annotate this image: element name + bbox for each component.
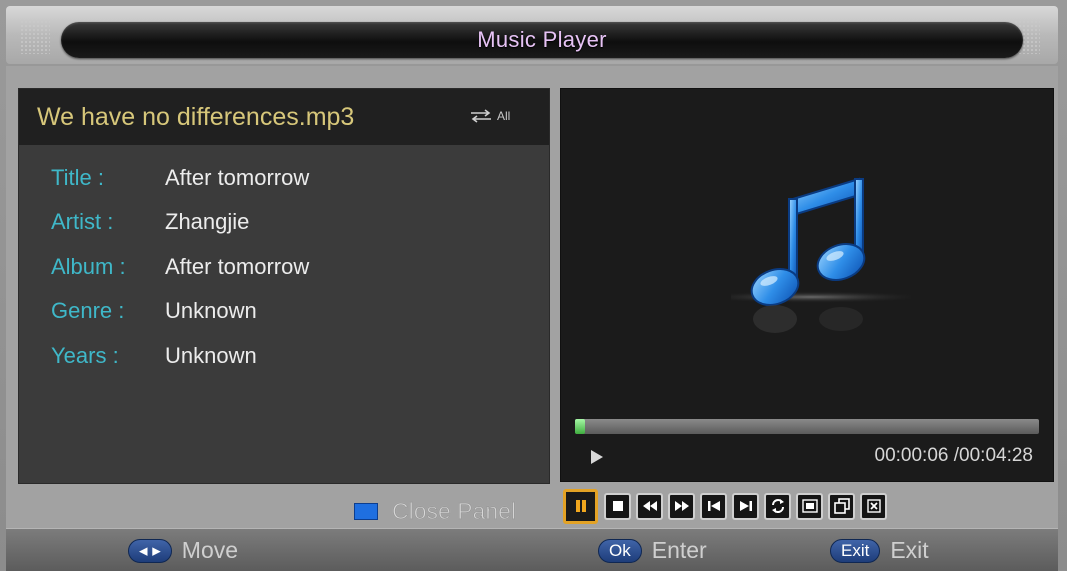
header-decoration-left (20, 20, 50, 54)
repeat-icon (771, 499, 784, 513)
ab-repeat-icon (801, 499, 818, 513)
previous-track-icon (707, 501, 720, 511)
playback-time: 00:00:06 /00:04:28 (874, 445, 1033, 466)
file-name-bar: We have no differences.mp3 All (19, 89, 549, 145)
rewind-icon (642, 501, 657, 511)
header: Music Player (6, 6, 1058, 64)
field-row-title: Title : After tomorrow (51, 163, 309, 193)
next-track-icon (739, 501, 752, 511)
music-note-icon (731, 177, 911, 333)
field-row-album: Album : After tomorrow (51, 252, 309, 282)
now-playing-panel: 00:00:06 /00:04:28 (560, 88, 1054, 482)
title-bar: Music Player (61, 22, 1023, 58)
blue-key-icon (354, 503, 378, 520)
close-panel-button[interactable]: Close Panel (354, 498, 517, 525)
progress-fill (575, 419, 586, 434)
file-name: We have no differences.mp3 (37, 103, 355, 131)
exit-key-icon: Exit (830, 538, 881, 563)
repeat-mode-icon (471, 109, 491, 123)
repeat-button[interactable] (764, 492, 791, 520)
playlist-icon (833, 498, 850, 514)
field-value: After tomorrow (165, 254, 310, 279)
arrow-keys-icon: ◂ ▸ (128, 538, 172, 563)
repeat-mode-label: All (497, 109, 511, 123)
music-player-screen: Music Player We have no differences.mp3 … (0, 0, 1067, 571)
field-label: Artist : (51, 209, 114, 234)
field-value: Unknown (165, 343, 257, 368)
progress-bar[interactable] (575, 419, 1039, 434)
field-row-genre: Genre : Unknown (51, 296, 257, 326)
ab-repeat-button[interactable] (796, 492, 823, 520)
stop-button[interactable] (604, 492, 631, 520)
close-icon (866, 499, 881, 513)
next-track-button[interactable] (732, 492, 759, 520)
enter-hint: Ok Enter (598, 537, 707, 564)
field-label: Years : (51, 343, 119, 368)
previous-track-button[interactable] (700, 492, 727, 520)
pause-icon (575, 500, 586, 512)
page-title: Music Player (477, 27, 607, 52)
track-info-panel: We have no differences.mp3 All Title : A… (18, 88, 550, 484)
field-label: Title : (51, 165, 104, 190)
move-label: Move (181, 537, 239, 563)
close-panel-label: Close Panel (391, 498, 517, 525)
field-row-years: Years : Unknown (51, 341, 257, 371)
exit-label: Exit (890, 537, 929, 563)
field-label: Album : (51, 254, 126, 279)
exit-hint: Exit Exit (830, 537, 929, 564)
stop-icon (612, 501, 623, 511)
field-value: Unknown (165, 298, 257, 323)
playlist-button[interactable] (828, 492, 855, 520)
enter-label: Enter (651, 537, 707, 563)
close-button[interactable] (860, 492, 887, 520)
footer-hints: ◂ ▸ Move Ok Enter Exit Exit (6, 528, 1058, 571)
field-label: Genre : (51, 298, 125, 323)
ok-key-icon: Ok (598, 538, 642, 563)
field-value: After tomorrow (165, 165, 310, 190)
rewind-button[interactable] (636, 492, 663, 520)
repeat-mode-indicator: All (467, 109, 510, 123)
fast-forward-icon (674, 501, 689, 511)
transport-controls (563, 488, 892, 524)
move-hint: ◂ ▸ Move (128, 537, 238, 564)
fast-forward-button[interactable] (668, 492, 695, 520)
field-row-artist: Artist : Zhangjie (51, 207, 249, 237)
pause-button[interactable] (563, 488, 598, 524)
play-icon (591, 450, 603, 464)
field-value: Zhangjie (165, 209, 250, 234)
